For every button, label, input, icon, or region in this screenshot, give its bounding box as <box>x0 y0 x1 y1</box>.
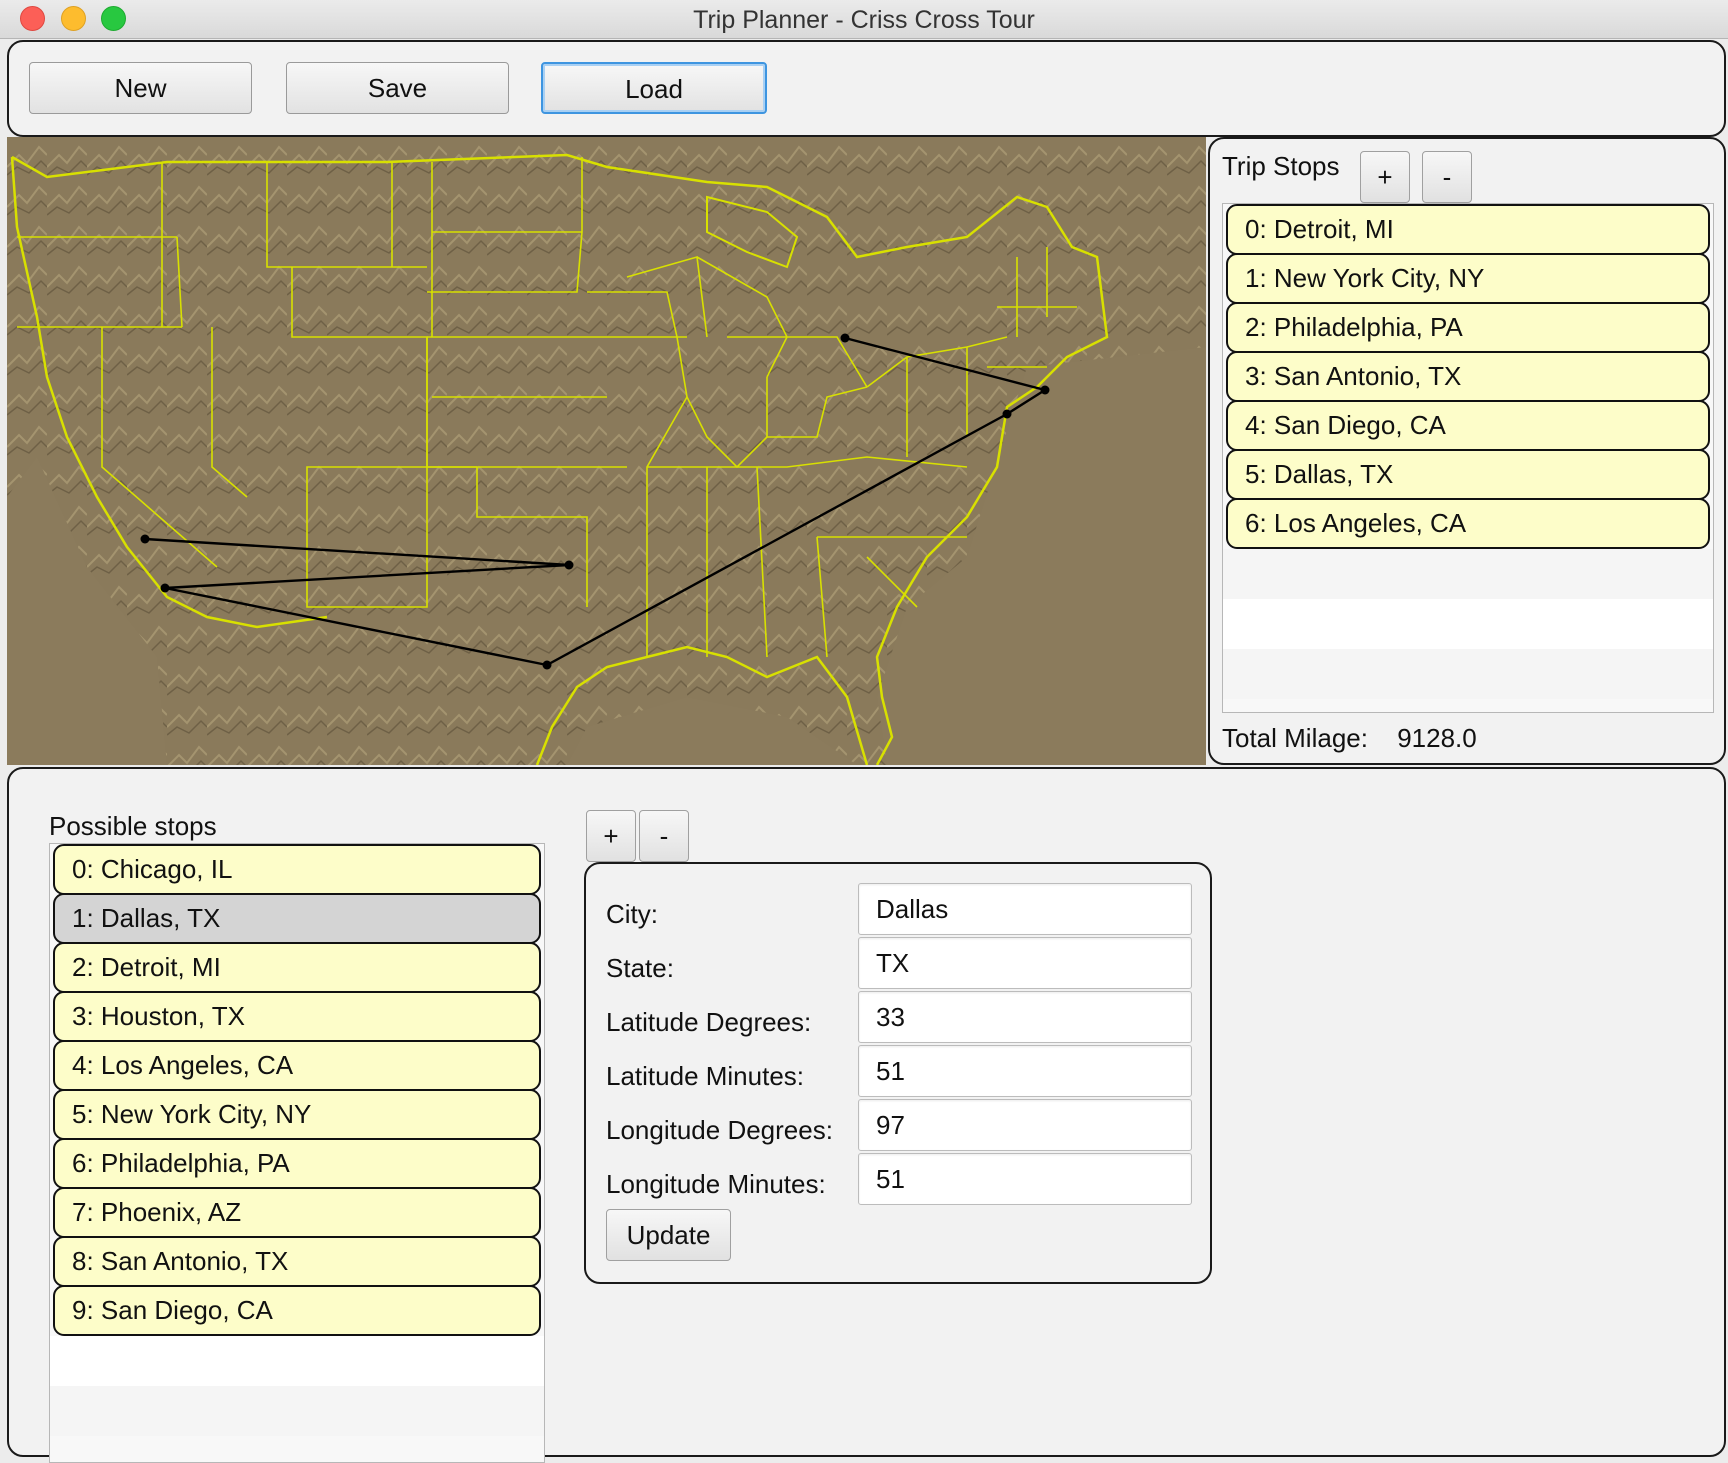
trip-stop-item[interactable]: 4: San Diego, CA <box>1226 400 1710 451</box>
add-possible-stop-button[interactable]: + <box>586 810 636 862</box>
update-button[interactable]: Update <box>606 1209 731 1261</box>
empty-list-row <box>1223 599 1713 649</box>
possible-stop-item[interactable]: 4: Los Angeles, CA <box>53 1040 541 1091</box>
possible-stops-list[interactable]: 0: Chicago, IL 1: Dallas, TX 2: Detroit,… <box>49 843 545 1463</box>
state-label: State: <box>606 953 674 983</box>
trip-stops-panel: Trip Stops + - 0: Detroit, MI 1: New Yor… <box>1208 137 1726 765</box>
possible-stop-item-selected[interactable]: 1: Dallas, TX <box>53 893 541 944</box>
stop-marker-new-york <box>1040 385 1050 395</box>
window-title: Trip Planner - Criss Cross Tour <box>693 6 1035 34</box>
load-button[interactable]: Load <box>541 62 767 114</box>
possible-stops-title: Possible stops <box>49 811 217 841</box>
save-button[interactable]: Save <box>286 62 509 114</box>
map-canvas <box>7 137 1206 765</box>
empty-list-row <box>50 1336 544 1386</box>
stop-marker-los-angeles <box>140 534 150 544</box>
empty-list-row <box>50 1386 544 1436</box>
total-milage-value: 9128.0 <box>1397 723 1477 753</box>
total-milage-label: Total Milage: <box>1222 723 1368 753</box>
latitude-minutes-field[interactable]: 51 <box>858 1045 1192 1097</box>
trip-stop-item[interactable]: 3: San Antonio, TX <box>1226 351 1710 402</box>
longitude-minutes-field[interactable]: 51 <box>858 1153 1192 1205</box>
empty-list-row <box>1223 649 1713 699</box>
longitude-minutes-label: Longitude Minutes: <box>606 1169 826 1199</box>
toolbar: New Save Load <box>7 40 1726 137</box>
possible-stop-item[interactable]: 6: Philadelphia, PA <box>53 1138 541 1189</box>
trip-stop-item[interactable]: 5: Dallas, TX <box>1226 449 1710 500</box>
empty-list-row <box>1223 549 1713 599</box>
trip-stop-item[interactable]: 0: Detroit, MI <box>1226 204 1710 255</box>
stop-marker-dallas <box>564 560 574 570</box>
remove-possible-stop-button[interactable]: - <box>639 810 689 862</box>
city-field[interactable]: Dallas <box>858 883 1192 935</box>
possible-stop-item[interactable]: 9: San Diego, CA <box>53 1285 541 1336</box>
state-field[interactable]: TX <box>858 937 1192 989</box>
trip-stop-item[interactable]: 2: Philadelphia, PA <box>1226 302 1710 353</box>
trip-stops-list[interactable]: 0: Detroit, MI 1: New York City, NY 2: P… <box>1222 203 1714 713</box>
trip-stop-item[interactable]: 6: Los Angeles, CA <box>1226 498 1710 549</box>
longitude-degrees-field[interactable]: 97 <box>858 1099 1192 1151</box>
stop-marker-san-antonio <box>542 660 552 670</box>
trip-stop-item[interactable]: 1: New York City, NY <box>1226 253 1710 304</box>
possible-stop-item[interactable]: 3: Houston, TX <box>53 991 541 1042</box>
stop-marker-detroit <box>840 333 850 343</box>
longitude-degrees-label: Longitude Degrees: <box>606 1115 833 1145</box>
new-button[interactable]: New <box>29 62 252 114</box>
stop-marker-san-diego <box>160 583 170 593</box>
us-map[interactable] <box>7 137 1206 765</box>
total-milage: Total Milage: 9128.0 <box>1222 723 1477 754</box>
latitude-degrees-label: Latitude Degrees: <box>606 1007 812 1037</box>
possible-stop-item[interactable]: 0: Chicago, IL <box>53 844 541 895</box>
stop-marker-philadelphia <box>1002 409 1012 419</box>
stop-details-form: City: Dallas State: TX Latitude Degrees:… <box>584 862 1212 1284</box>
possible-stop-item[interactable]: 7: Phoenix, AZ <box>53 1187 541 1238</box>
possible-stop-item[interactable]: 2: Detroit, MI <box>53 942 541 993</box>
latitude-degrees-field[interactable]: 33 <box>858 991 1192 1043</box>
trip-stops-title: Trip Stops <box>1222 151 1340 181</box>
title-bar: Trip Planner - Criss Cross Tour <box>0 0 1728 39</box>
remove-trip-stop-button[interactable]: - <box>1422 151 1472 203</box>
city-label: City: <box>606 899 658 929</box>
possible-stop-item[interactable]: 5: New York City, NY <box>53 1089 541 1140</box>
add-trip-stop-button[interactable]: + <box>1360 151 1410 203</box>
latitude-minutes-label: Latitude Minutes: <box>606 1061 805 1091</box>
possible-stop-item[interactable]: 8: San Antonio, TX <box>53 1236 541 1287</box>
